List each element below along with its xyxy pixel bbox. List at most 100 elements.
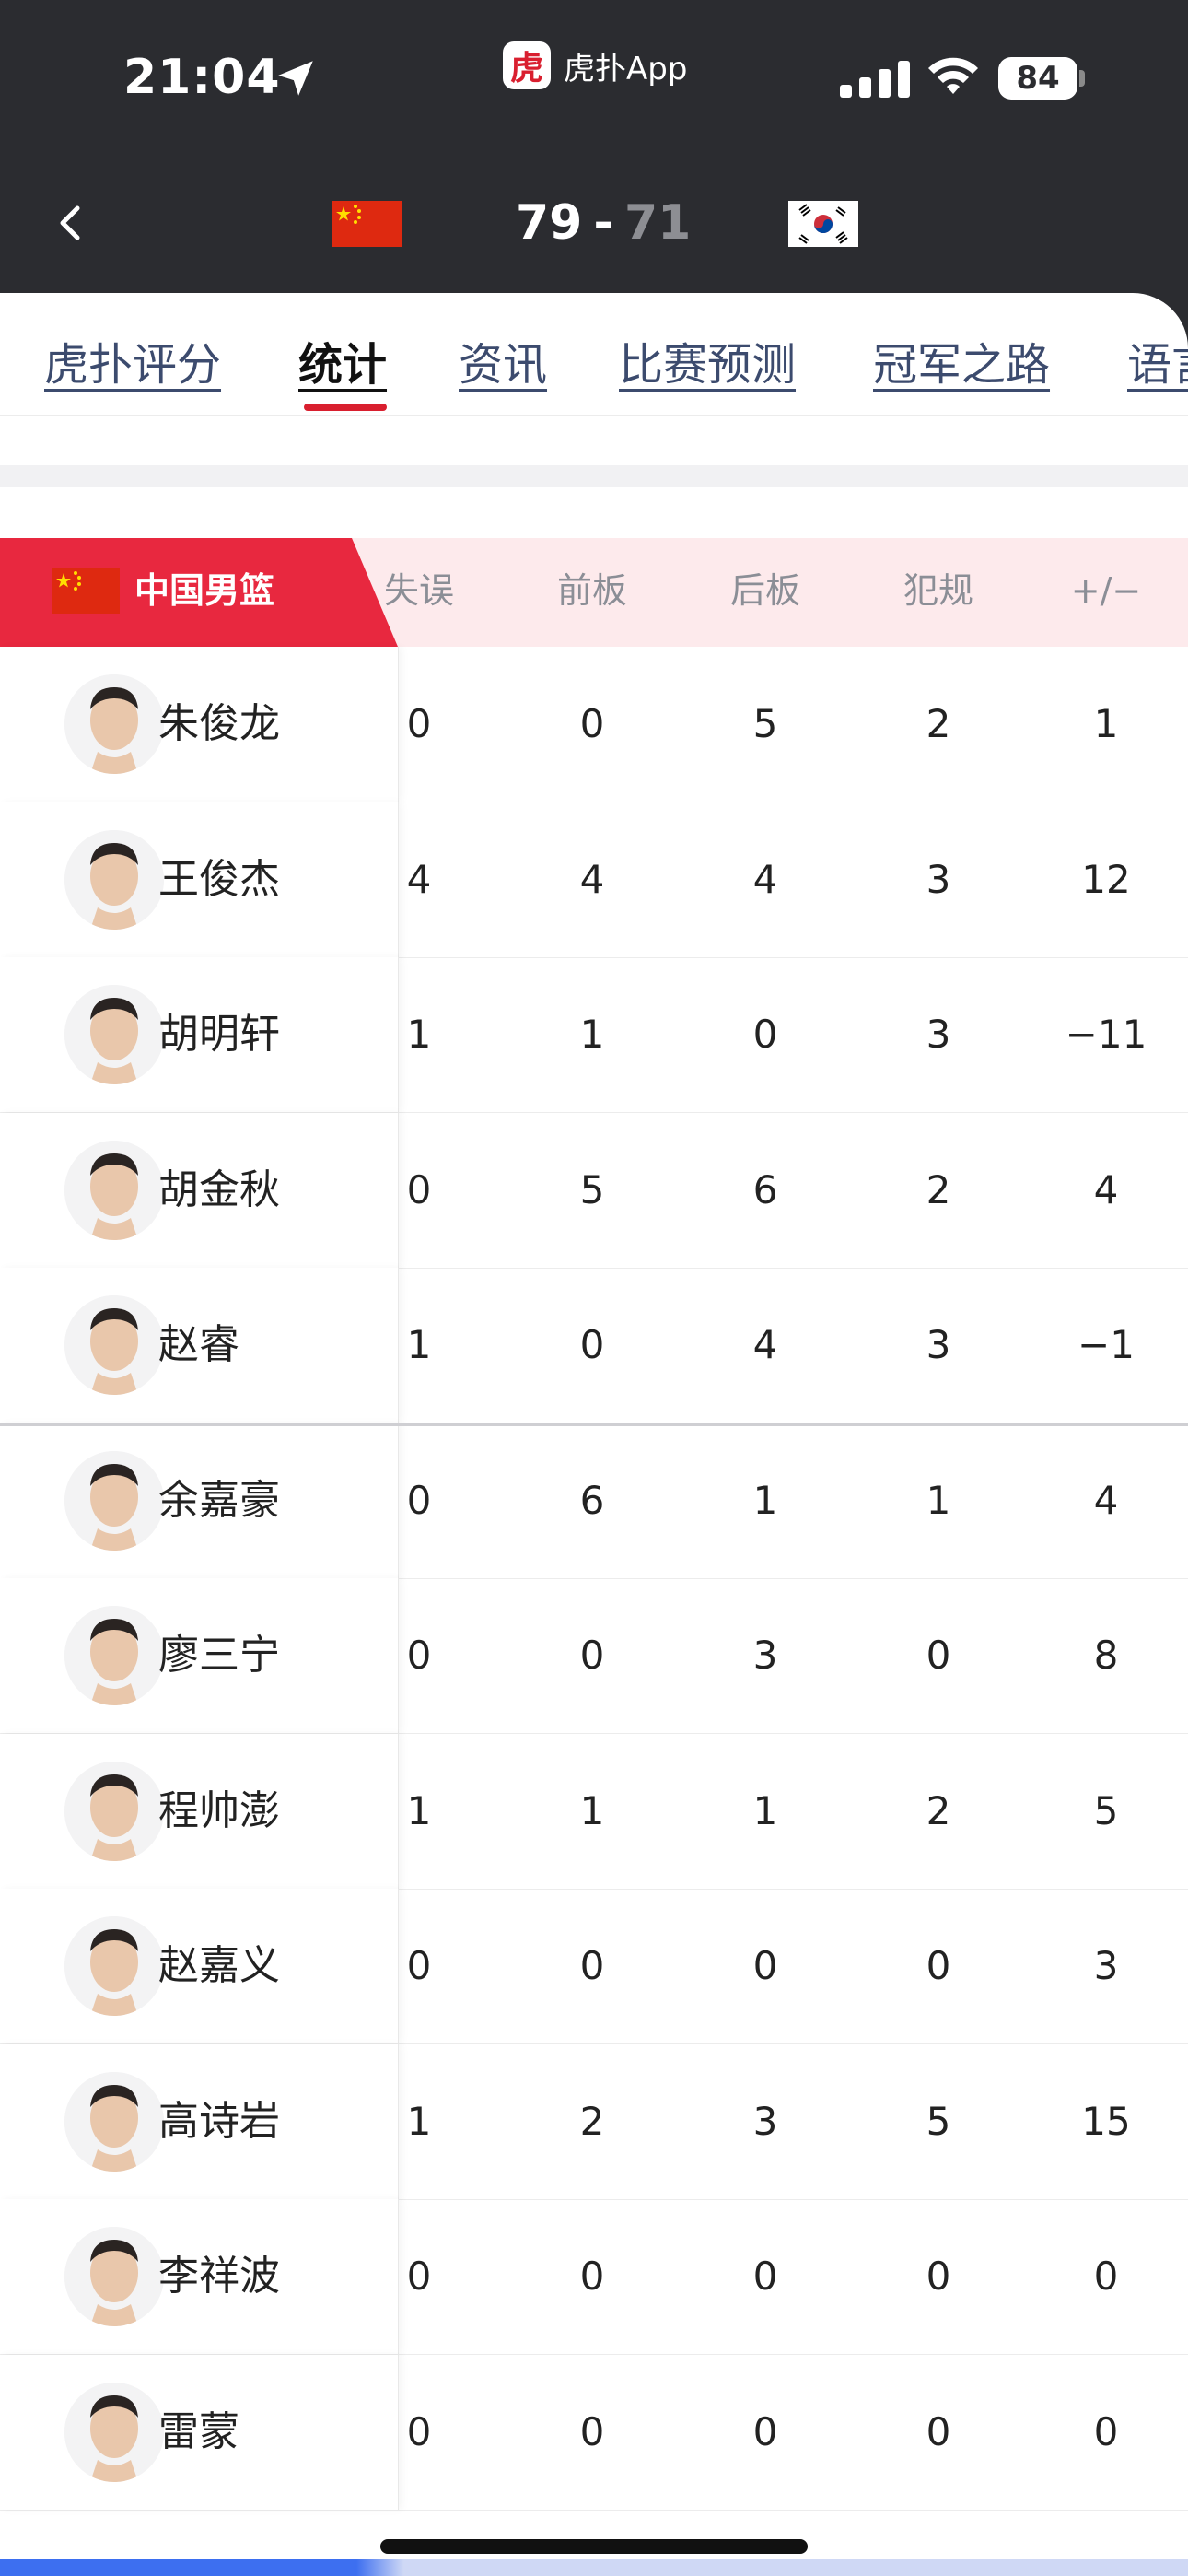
stat-cell: 0 <box>926 1943 951 1988</box>
stat-cell: 8 <box>1093 1633 1119 1678</box>
active-tab-indicator <box>304 404 387 411</box>
stat-cell: 2 <box>926 701 951 746</box>
player-avatar <box>64 1606 164 1705</box>
tab-language[interactable]: 语言 <box>1127 328 1188 392</box>
stat-cell: 0 <box>1093 2408 1119 2454</box>
stat-cell: 6 <box>579 1477 605 1523</box>
stat-cell: 0 <box>926 1633 951 1678</box>
stat-cell: 3 <box>752 1633 778 1678</box>
tab-news[interactable]: 资讯 <box>459 328 547 392</box>
player-name: 余嘉豪 <box>158 1476 280 1524</box>
location-arrow-icon <box>278 61 313 96</box>
stat-cell: 5 <box>752 701 778 746</box>
back-icon[interactable] <box>48 195 94 251</box>
stat-cell: 1 <box>406 1012 432 1057</box>
team-name: 中国男篮 <box>134 570 275 611</box>
column-header-turnovers[interactable]: 失误 <box>332 568 507 614</box>
stat-cell: 2 <box>579 2098 605 2144</box>
stat-cell: 6 <box>752 1166 778 1212</box>
stat-cell: 1 <box>579 1787 605 1833</box>
stat-cell: 0 <box>406 1166 432 1212</box>
stat-cell: 0 <box>926 2254 951 2299</box>
stat-cell: 3 <box>752 2098 778 2144</box>
player-avatar <box>64 2071 164 2172</box>
stat-cell: 0 <box>1093 2254 1119 2299</box>
table-row[interactable]: 胡明轩 1 1 0 3 −11 <box>0 957 1188 1113</box>
player-name: 赵睿 <box>158 1321 239 1368</box>
wifi-icon <box>928 57 978 94</box>
stat-cell: 3 <box>926 1322 951 1367</box>
tab-stats[interactable]: 统计 <box>298 328 387 392</box>
stat-cell: −1 <box>1077 1322 1135 1367</box>
player-name: 胡金秋 <box>158 1165 280 1213</box>
starters-divider <box>0 1423 1188 1426</box>
stat-cell: 3 <box>926 1012 951 1057</box>
stat-cell: 0 <box>579 1633 605 1678</box>
stat-cell: 1 <box>406 1322 432 1367</box>
table-row[interactable]: 程帅澎 1 1 1 2 5 <box>0 1733 1188 1890</box>
tab-champion-road[interactable]: 冠军之路 <box>873 328 1050 392</box>
stat-cell: 15 <box>1081 2098 1131 2144</box>
away-score: 71 <box>623 195 692 251</box>
stat-cell: 1 <box>579 1012 605 1057</box>
stat-cell: 1 <box>926 1477 951 1523</box>
stat-cell: 0 <box>579 701 605 746</box>
table-row[interactable]: 高诗岩 1 2 3 5 15 <box>0 2043 1188 2200</box>
column-header-fouls[interactable]: 犯规 <box>851 568 1026 614</box>
score-separator: - <box>593 195 613 251</box>
stat-cell: 1 <box>406 2098 432 2144</box>
player-name: 程帅澎 <box>158 1786 280 1834</box>
section-separator <box>0 465 1188 487</box>
table-row[interactable]: 廖三宁 0 0 3 0 8 <box>0 1578 1188 1734</box>
bottom-strip <box>0 2559 1188 2576</box>
table-row[interactable]: 王俊杰 4 4 4 3 12 <box>0 802 1188 958</box>
stat-cell: −11 <box>1065 1012 1147 1057</box>
tab-prediction[interactable]: 比赛预测 <box>619 328 796 392</box>
table-row[interactable]: 雷蒙 0 0 0 0 0 <box>0 2354 1188 2511</box>
column-header-def-rebounds[interactable]: 后板 <box>678 568 853 614</box>
player-avatar <box>64 1916 164 2016</box>
stat-cell: 1 <box>752 1787 778 1833</box>
stat-cell: 3 <box>1093 1943 1119 1988</box>
stat-cell: 5 <box>926 2098 951 2144</box>
stat-cell: 0 <box>926 2408 951 2454</box>
stat-cell: 0 <box>752 2254 778 2299</box>
stat-cell: 0 <box>406 2254 432 2299</box>
home-indicator[interactable] <box>380 2539 808 2554</box>
stat-cell: 0 <box>406 1943 432 1988</box>
player-avatar <box>64 674 164 774</box>
app-badge[interactable]: 虎 虎扑App <box>503 41 687 89</box>
stat-cell: 0 <box>579 1943 605 1988</box>
column-header-off-rebounds[interactable]: 前板 <box>505 568 680 614</box>
table-row[interactable]: 李祥波 0 0 0 0 0 <box>0 2199 1188 2355</box>
tab-divider <box>0 415 1188 416</box>
stat-cell: 0 <box>406 701 432 746</box>
stat-cell: 5 <box>579 1166 605 1212</box>
stat-cell: 0 <box>752 1943 778 1988</box>
table-row[interactable]: 余嘉豪 0 6 1 1 4 <box>0 1423 1188 1579</box>
stat-cell: 4 <box>1093 1477 1119 1523</box>
stat-cell: 4 <box>752 856 778 902</box>
player-name: 廖三宁 <box>158 1632 280 1679</box>
player-name: 赵嘉义 <box>158 1942 280 1989</box>
column-header-plus-minus[interactable]: +/− <box>1019 568 1188 614</box>
battery-icon: 84 <box>998 57 1077 100</box>
china-flag-icon <box>332 201 402 247</box>
app-logo-icon: 虎 <box>503 41 551 89</box>
stat-cell: 4 <box>579 856 605 902</box>
stat-cell: 12 <box>1081 856 1131 902</box>
stat-cell: 4 <box>406 856 432 902</box>
stat-cell: 2 <box>926 1787 951 1833</box>
table-row[interactable]: 胡金秋 0 5 6 2 4 <box>0 1112 1188 1269</box>
player-avatar <box>64 2227 164 2326</box>
stat-cell: 0 <box>406 2408 432 2454</box>
tab-hupu-rating[interactable]: 虎扑评分 <box>44 328 221 392</box>
player-avatar <box>64 985 164 1084</box>
player-avatar <box>64 829 164 930</box>
stat-cell: 0 <box>406 1477 432 1523</box>
table-row[interactable]: 朱俊龙 0 0 5 2 1 <box>0 647 1188 802</box>
battery-level: 84 <box>1016 60 1060 97</box>
table-row[interactable]: 赵睿 1 0 4 3 −1 <box>0 1268 1188 1423</box>
table-row[interactable]: 赵嘉义 0 0 0 0 3 <box>0 1889 1188 2044</box>
stat-cell: 1 <box>1093 701 1119 746</box>
